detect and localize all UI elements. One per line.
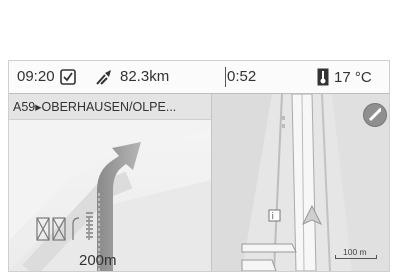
status-duration: 0:52 [227, 68, 256, 85]
route-distance-icon [96, 69, 111, 85]
time-label: 09:20 [17, 68, 55, 85]
guidance-panel: A59▸OBERHAUSEN/OLPE... 200m [9, 94, 212, 271]
status-time: 09:20 [17, 68, 76, 85]
status-distance: 82.3km [95, 68, 169, 85]
status-temperature: 17 °C [317, 68, 372, 86]
status-bar: 09:20 82.3km 0:52 17 °C [9, 61, 389, 94]
maneuver-view [9, 120, 211, 271]
distance-remaining: 82.3km [120, 68, 170, 85]
map-scale-label: 100 m [343, 247, 367, 257]
poi-icon: i [268, 209, 281, 222]
duration-remaining: 0:52 [227, 68, 257, 85]
route-name: A59▸OBERHAUSEN/OLPE... [9, 94, 211, 120]
thermometer-icon [317, 68, 329, 86]
svg-text:i: i [272, 212, 275, 222]
clock-icon [59, 68, 76, 85]
map-scale-bar [335, 255, 377, 259]
next-maneuver-distance: 200m [79, 252, 117, 269]
map-view[interactable]: i 100 m [212, 94, 389, 271]
temperature-value: 17 °C [334, 68, 372, 86]
navigation-screen: 09:20 82.3km 0:52 17 °C A59▸OBERHAUSEN/O… [8, 60, 390, 272]
map-roads: i [212, 94, 389, 271]
map-scale: 100 m [333, 247, 379, 262]
compass-icon[interactable] [363, 103, 387, 127]
status-separator [225, 67, 226, 87]
